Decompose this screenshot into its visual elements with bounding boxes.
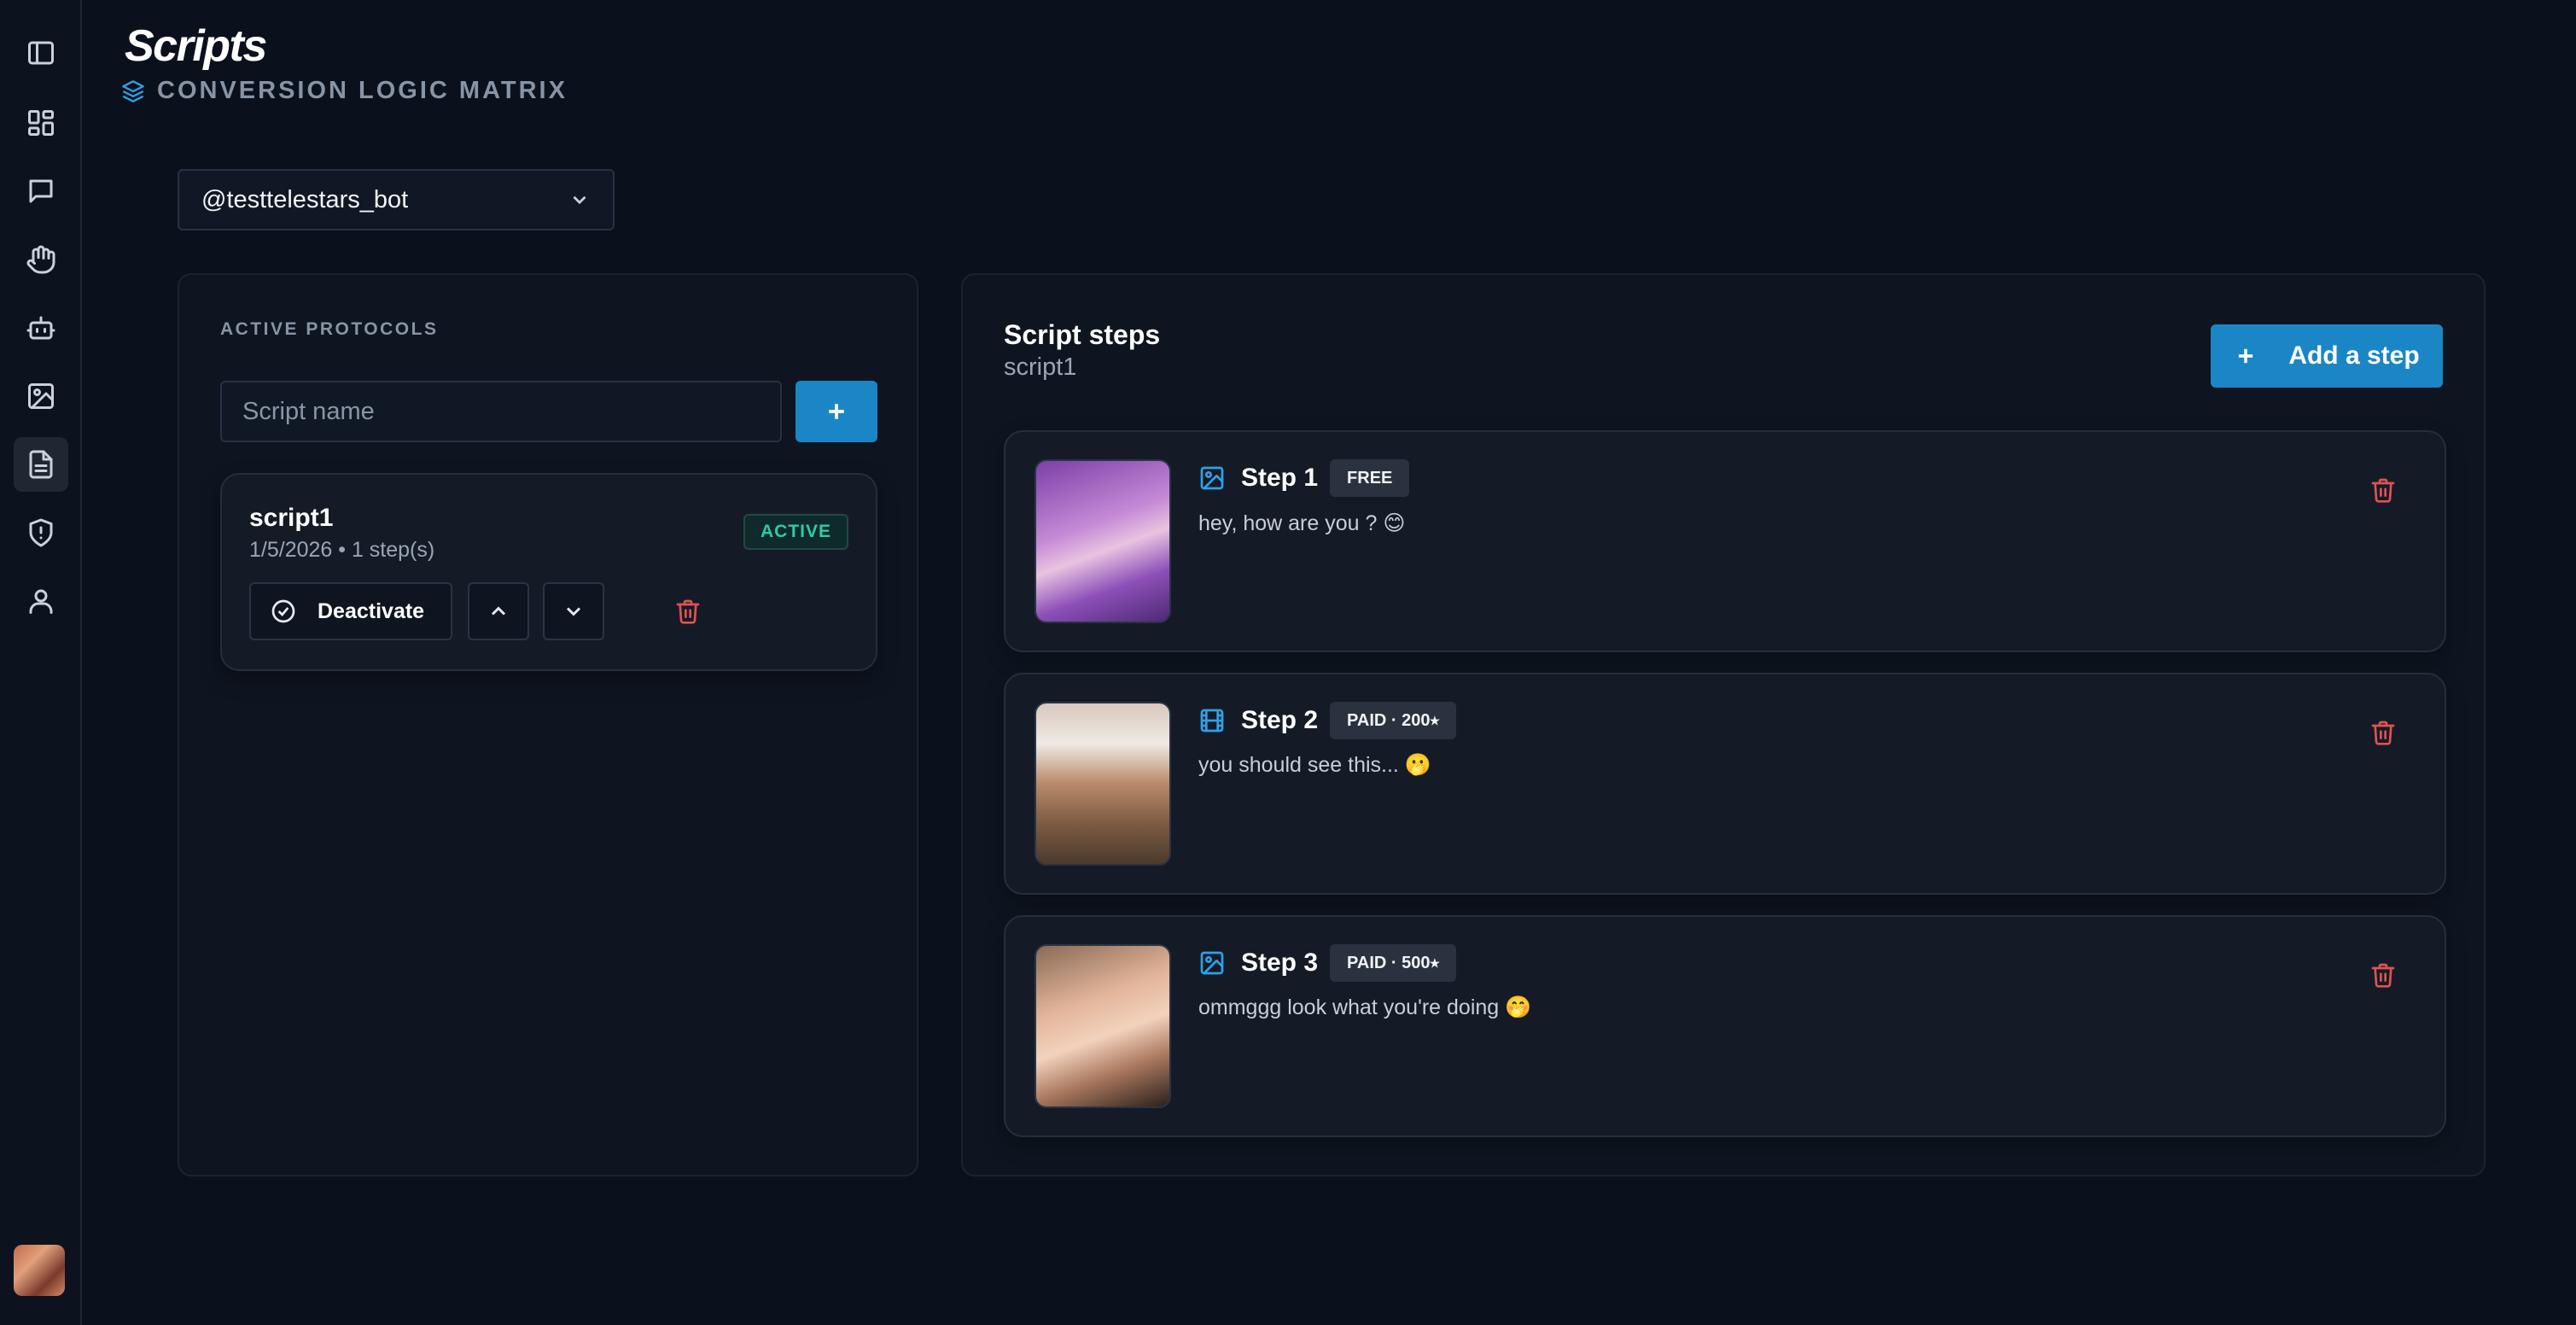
step-label: Step 1	[1241, 464, 1319, 492]
step-media-thumbnail[interactable]	[1034, 459, 1171, 623]
script-name: script1	[249, 504, 334, 532]
step-card[interactable]: Step 2 PAID · 200⭑ you should see this..…	[1004, 673, 2446, 895]
plus-icon	[2239, 348, 2253, 364]
add-step-label: Add a step	[2288, 341, 2420, 370]
trash-icon	[2371, 478, 2395, 503]
steps-title: Script steps	[1004, 319, 1161, 350]
deactivate-button[interactable]: Deactivate	[249, 582, 452, 640]
step-header: Step 3 PAID · 500⭑	[1198, 944, 1457, 982]
move-up-button[interactable]	[468, 582, 529, 640]
chat-icon[interactable]	[14, 164, 68, 219]
section-label: ACTIVE PROTOCOLS	[220, 319, 439, 339]
status-badge: ACTIVE	[743, 514, 848, 550]
film-icon	[1200, 709, 1224, 733]
step-message: ommggg look what you're doing 🤭	[1198, 995, 1532, 1019]
avatar[interactable]	[14, 1245, 65, 1296]
script-card[interactable]: script1 1/5/2026 • 1 step(s) ACTIVE Deac…	[220, 473, 877, 671]
step-card[interactable]: Step 1 FREE hey, how are you ? 😊	[1004, 430, 2446, 652]
script-name-input[interactable]	[220, 381, 782, 442]
page-subtitle: CONVERSION LOGIC MATRIX	[121, 77, 568, 105]
step-media-thumbnail[interactable]	[1034, 702, 1171, 866]
dashboard-icon[interactable]	[14, 96, 68, 150]
app-root: Scripts CONVERSION LOGIC MATRIX @testtel…	[0, 0, 2576, 1325]
chevron-down-icon	[573, 196, 586, 205]
steps-subtitle: script1	[1004, 353, 1077, 381]
price-badge: PAID · 200⭑	[1330, 702, 1457, 739]
bot-selector[interactable]: @testtelestars_bot	[178, 169, 615, 231]
page-title: Scripts	[125, 21, 267, 71]
add-script-button[interactable]	[796, 381, 877, 442]
subtitle-text: CONVERSION LOGIC MATRIX	[157, 77, 568, 104]
delete-step-button[interactable]	[2366, 473, 2400, 507]
step-card[interactable]: Step 3 PAID · 500⭑ ommggg look what you'…	[1004, 915, 2446, 1137]
sidebar	[0, 0, 82, 1325]
user-icon[interactable]	[14, 574, 68, 628]
bot-icon[interactable]	[14, 301, 68, 355]
price-badge: FREE	[1330, 459, 1410, 497]
trash-icon	[676, 599, 700, 624]
step-label: Step 2	[1241, 706, 1319, 734]
hand-icon[interactable]	[14, 232, 68, 287]
trash-icon	[2371, 721, 2395, 745]
layers-icon	[122, 79, 144, 102]
step-message: you should see this... 🫢	[1198, 753, 1431, 777]
sidebar-toggle-icon[interactable]	[14, 26, 68, 80]
bot-selector-value: @testtelestars_bot	[201, 185, 409, 213]
image-icon	[1200, 951, 1224, 975]
shield-icon[interactable]	[14, 505, 68, 560]
step-header: Step 1 FREE	[1198, 459, 1410, 497]
plus-icon	[829, 404, 844, 419]
add-step-button[interactable]: Add a step	[2211, 324, 2443, 388]
image-icon[interactable]	[14, 369, 68, 423]
scripts-panel: ACTIVE PROTOCOLS script1 1/5/2026 • 1 st…	[178, 273, 918, 1176]
steps-panel: Script steps script1 Add a step Step 1 F…	[961, 273, 2486, 1176]
chevron-up-icon	[491, 606, 506, 616]
deactivate-label: Deactivate	[318, 598, 425, 623]
step-header: Step 2 PAID · 200⭑	[1198, 702, 1457, 739]
check-circle-icon	[271, 599, 295, 623]
script-meta: 1/5/2026 • 1 step(s)	[249, 538, 435, 562]
delete-script-button[interactable]	[659, 582, 717, 640]
chevron-down-icon	[566, 607, 581, 616]
document-icon[interactable]	[14, 437, 68, 492]
price-badge: PAID · 500⭑	[1330, 944, 1457, 982]
move-down-button[interactable]	[543, 582, 604, 640]
step-label: Step 3	[1241, 949, 1319, 977]
step-media-thumbnail[interactable]	[1034, 944, 1171, 1108]
step-message: hey, how are you ? 😊	[1198, 511, 1406, 535]
delete-step-button[interactable]	[2366, 715, 2400, 750]
delete-step-button[interactable]	[2366, 958, 2400, 992]
trash-icon	[2371, 963, 2395, 988]
image-icon	[1200, 466, 1224, 490]
